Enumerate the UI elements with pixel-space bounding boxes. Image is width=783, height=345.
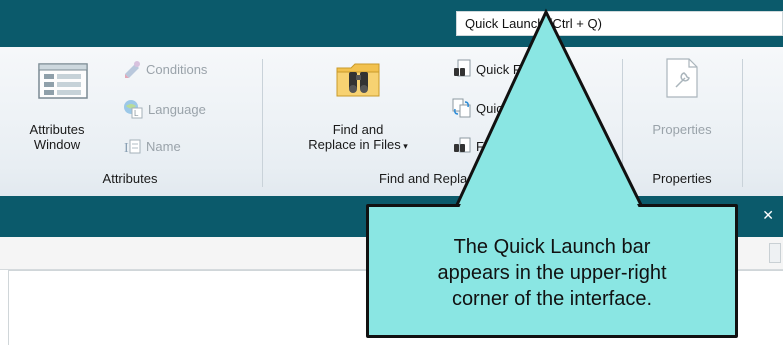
conditions-icon [125, 61, 140, 78]
attributes-window-icon [38, 63, 88, 99]
callout-line-1: The Quick Launch bar [453, 236, 651, 258]
callout-line-2: appears in the upper-right [437, 262, 667, 284]
language-button[interactable]: L Language [122, 98, 206, 120]
language-label: Language [148, 101, 206, 117]
name-label: Name [146, 138, 181, 154]
find-elements-button[interactable]: Find Elements [452, 136, 559, 156]
ribbon-separator [742, 59, 743, 187]
find-icon [454, 59, 471, 77]
find-in-files-label-1: Find and [332, 122, 384, 137]
dropdown-arrow-icon: ▾ [400, 141, 408, 151]
quick-find-button[interactable]: Quick Find [452, 59, 538, 79]
replace-icon [452, 98, 471, 118]
svg-text:I: I [124, 141, 129, 156]
attributes-window-label-1: Attributes [29, 122, 85, 137]
ribbon-separator [622, 59, 623, 187]
ribbon-separator [262, 59, 263, 187]
find-in-files-label-2: Replace in Files [308, 137, 401, 152]
properties-icon [666, 58, 698, 98]
name-icon: I [124, 139, 141, 156]
properties-group-label: Properties [652, 171, 712, 186]
attributes-window-label-2: Window [33, 137, 81, 152]
folder-binoculars-icon [336, 63, 380, 97]
find-replace-group-label: Find and Replace [379, 171, 481, 186]
properties-label: Properties [652, 122, 712, 137]
svg-text:L: L [134, 109, 139, 118]
callout-box: The Quick Launch bar appears in the uppe… [366, 204, 738, 338]
quick-launch-input[interactable]: Quick Launch (Ctrl + Q) [456, 11, 783, 36]
find-elements-label: Find Elements [476, 138, 560, 154]
quick-replace-label: Quick Replace [476, 100, 561, 116]
callout-line-3: corner of the interface. [451, 288, 653, 310]
conditions-label: Conditions [146, 61, 208, 77]
name-button[interactable]: I Name [122, 136, 181, 157]
quick-find-label: Quick Find [476, 61, 539, 77]
attributes-group-label: Attributes [102, 171, 158, 186]
title-bar: Quick Launch (Ctrl + Q) [0, 0, 783, 47]
conditions-button[interactable]: Conditions [122, 59, 207, 79]
quick-replace-button[interactable]: Quick Replace [452, 98, 561, 118]
menu-icon[interactable] [769, 243, 781, 263]
close-icon[interactable]: ✕ [762, 208, 774, 222]
language-icon: L [124, 100, 143, 119]
ribbon: Attributes Window Conditions L Language … [0, 47, 783, 197]
callout-text: The Quick Launch bar appears in the uppe… [437, 230, 666, 312]
find-elements-icon [454, 137, 471, 153]
